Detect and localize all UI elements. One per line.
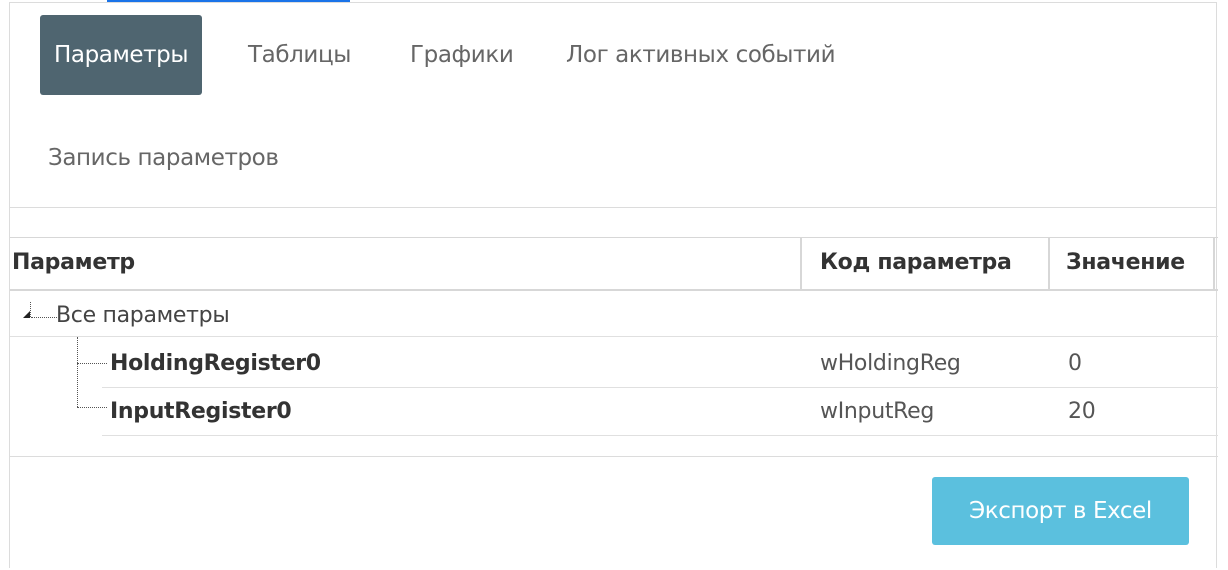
tree-connector: [30, 302, 31, 317]
expand-toggle-icon[interactable]: [23, 311, 30, 318]
tab-bar: Параметры Таблицы Графики Лог активных с…: [10, 3, 1216, 208]
grid-header: Параметр Код параметра Значение: [10, 237, 1218, 291]
column-header-code[interactable]: Код параметра: [820, 238, 1012, 289]
parameter-code: wHoldingReg: [820, 351, 961, 376]
tab-graphs[interactable]: Графики: [410, 41, 514, 69]
column-resize-handle[interactable]: [1213, 238, 1215, 290]
table-row[interactable]: HoldingRegister0 wHoldingReg 0: [77, 341, 1218, 388]
column-header-value[interactable]: Значение: [1066, 238, 1185, 289]
parameters-panel: Параметры Таблицы Графики Лог активных с…: [9, 2, 1218, 568]
parameter-name: InputRegister0: [110, 399, 292, 424]
tree-connector: [77, 407, 107, 408]
parameter-value: 20: [1068, 399, 1096, 424]
tree-root-label: Все параметры: [56, 303, 230, 328]
footer-divider: [10, 456, 1218, 457]
parameter-name: HoldingRegister0: [110, 351, 321, 376]
column-resize-handle[interactable]: [1048, 238, 1050, 290]
column-resize-handle[interactable]: [800, 238, 802, 290]
tree-connector: [77, 337, 78, 407]
tree-root-row[interactable]: Все параметры: [10, 297, 1218, 337]
tree-connector: [77, 363, 107, 364]
tab-parameter-recording[interactable]: Запись параметров: [48, 144, 279, 172]
tab-tables[interactable]: Таблицы: [248, 41, 351, 69]
tab-active-events-log[interactable]: Лог активных событий: [566, 41, 836, 69]
parameter-value: 0: [1068, 351, 1082, 376]
tab-parameters[interactable]: Параметры: [40, 15, 203, 95]
column-header-parameter[interactable]: Параметр: [12, 238, 135, 289]
export-excel-button[interactable]: Экспорт в Excel: [932, 477, 1189, 545]
table-row[interactable]: InputRegister0 wInputReg 20: [77, 389, 1218, 436]
parameter-code: wInputReg: [820, 399, 935, 424]
tree-connector: [31, 317, 57, 318]
